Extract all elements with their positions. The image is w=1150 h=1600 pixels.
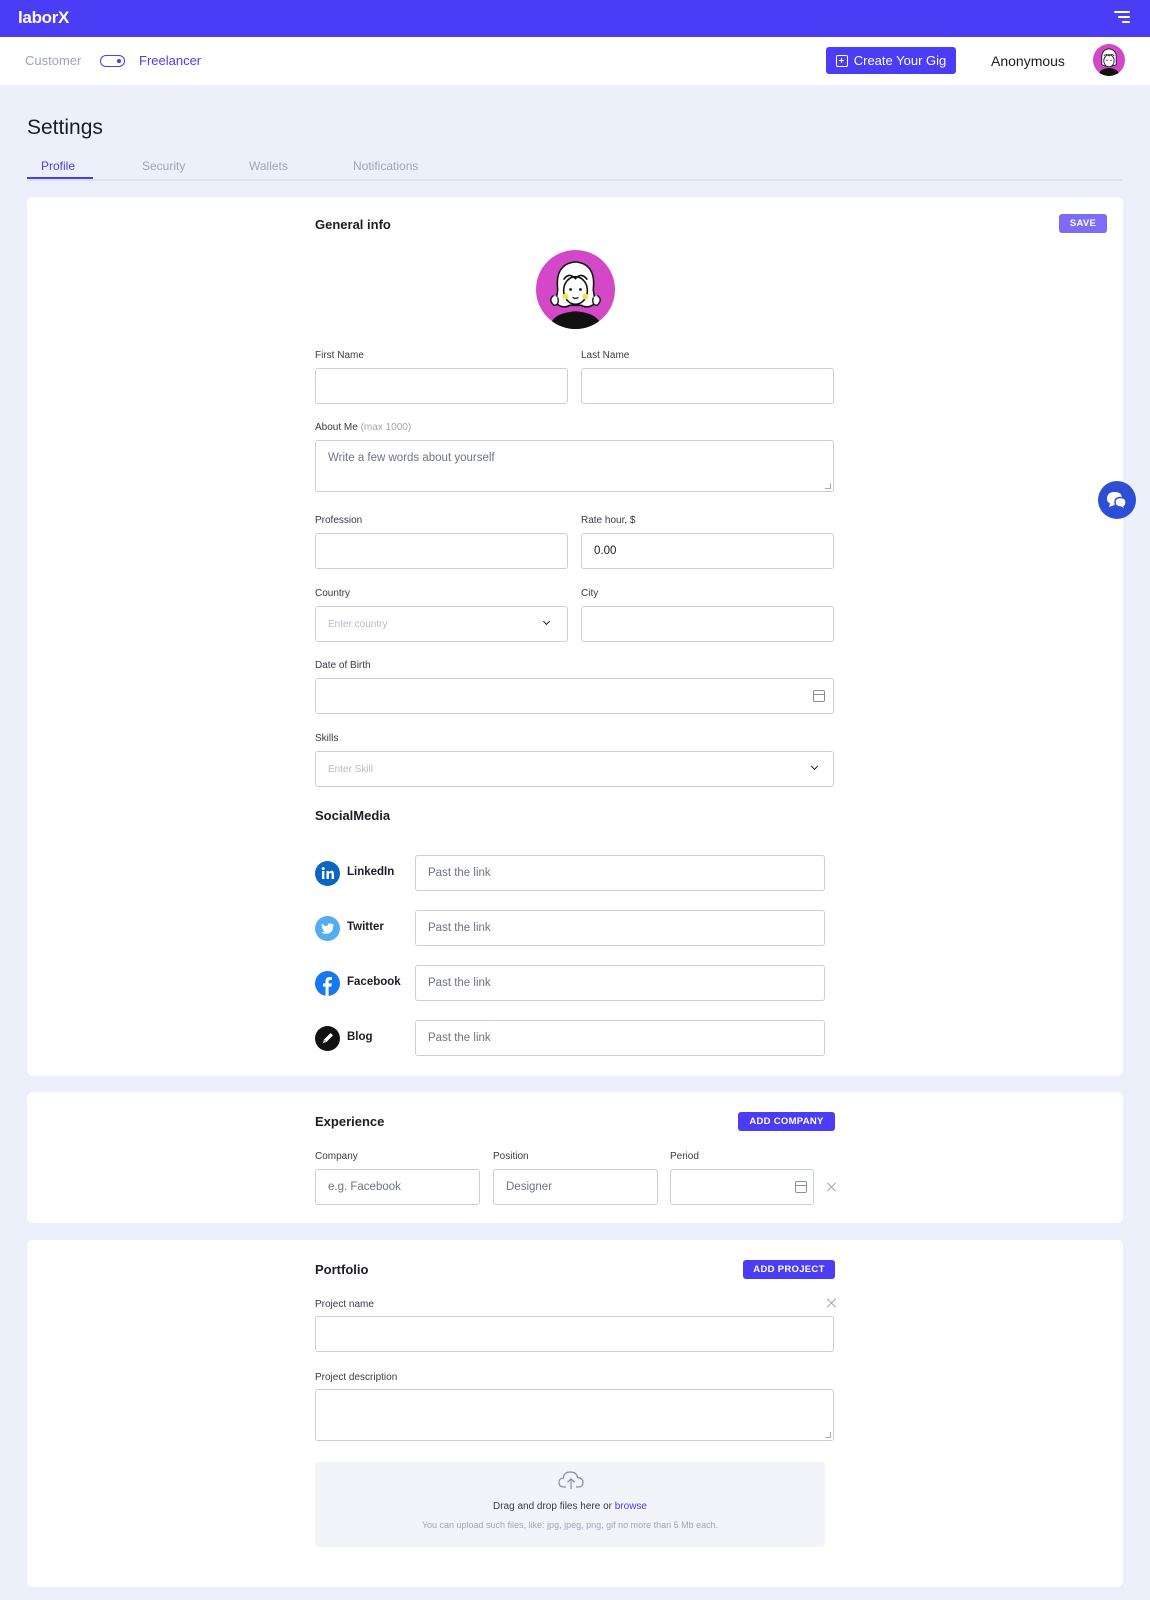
plus-square-icon xyxy=(835,54,848,67)
chat-bubbles-icon xyxy=(1107,492,1127,511)
experience-title: Experience xyxy=(315,1114,385,1129)
avatar-illustration-icon xyxy=(549,261,602,329)
general-info-title: General info xyxy=(315,217,391,232)
company-input[interactable]: e.g. Facebook xyxy=(315,1169,480,1205)
company-label: Company xyxy=(315,1151,358,1162)
city-label: City xyxy=(581,588,599,599)
skills-label: Skills xyxy=(315,733,339,744)
role-toggle[interactable] xyxy=(100,55,125,67)
tab-notifications[interactable]: Notifications xyxy=(353,159,418,173)
project-description-label: Project description xyxy=(315,1372,398,1383)
chat-button[interactable] xyxy=(1098,481,1136,519)
portfolio-title: Portfolio xyxy=(315,1262,369,1277)
dropzone-instruction: Drag and drop files here or xyxy=(493,1501,612,1512)
add-project-button[interactable]: ADD PROJECT xyxy=(743,1260,835,1279)
chevron-down-icon xyxy=(542,617,551,626)
social-media-title: SocialMedia xyxy=(315,808,391,823)
social-row-linkedin: LinkedIn Past the link xyxy=(315,855,825,891)
about-me-label: About Me (max 1000) xyxy=(315,422,411,433)
sub-header: Customer Freelancer Create Your Gig Anon… xyxy=(0,37,1150,85)
linkedin-label: LinkedIn xyxy=(347,866,395,878)
rate-input[interactable]: 0.00 xyxy=(581,533,834,569)
remove-company-close-icon[interactable] xyxy=(827,1182,837,1192)
role-customer-label[interactable]: Customer xyxy=(25,53,81,68)
facebook-input[interactable]: Past the link xyxy=(415,965,825,1001)
create-gig-button[interactable]: Create Your Gig xyxy=(826,47,956,74)
active-tab-indicator xyxy=(27,177,93,179)
calendar-icon[interactable] xyxy=(795,1181,807,1193)
profile-avatar[interactable] xyxy=(536,250,615,329)
role-freelancer-label[interactable]: Freelancer xyxy=(139,53,201,68)
tab-wallets[interactable]: Wallets xyxy=(249,159,288,173)
create-gig-label: Create Your Gig xyxy=(853,53,947,68)
experience-card: Experience ADD COMPANY Company e.g. Face… xyxy=(27,1092,1123,1223)
dob-input[interactable] xyxy=(315,678,834,714)
cloud-upload-icon xyxy=(558,1471,584,1489)
facebook-icon xyxy=(315,971,340,996)
skills-select[interactable]: Enter Skill xyxy=(315,751,834,787)
last-name-label: Last Name xyxy=(581,350,630,361)
dropzone-hint: You can upload such files, like: jpg, jp… xyxy=(421,1520,719,1530)
project-description-textarea[interactable] xyxy=(315,1389,834,1441)
general-info-card: General info SAVE First Name Last Name A… xyxy=(27,197,1123,1076)
file-dropzone[interactable]: Drag and drop files here or browse You c… xyxy=(315,1462,825,1547)
skills-placeholder: Enter Skill xyxy=(328,763,374,775)
social-row-twitter: Twitter Past the link xyxy=(315,910,825,946)
remove-project-close-icon[interactable] xyxy=(827,1298,837,1308)
linkedin-input[interactable]: Past the link xyxy=(415,855,825,891)
period-input[interactable] xyxy=(670,1169,814,1205)
add-company-button[interactable]: ADD COMPANY xyxy=(738,1112,835,1131)
blog-input[interactable]: Past the link xyxy=(415,1020,825,1056)
tab-profile[interactable]: Profile xyxy=(41,159,75,173)
resize-handle-icon[interactable] xyxy=(825,1432,831,1438)
avatar[interactable] xyxy=(1093,44,1125,76)
app-logo[interactable]: laborX xyxy=(18,8,69,28)
social-row-facebook: Facebook Past the link xyxy=(315,965,825,1001)
twitter-input[interactable]: Past the link xyxy=(415,910,825,946)
profession-input[interactable] xyxy=(315,533,568,569)
dob-label: Date of Birth xyxy=(315,660,371,671)
menu-icon[interactable] xyxy=(1114,11,1130,25)
blog-label: Blog xyxy=(347,1031,373,1043)
avatar-illustration-icon xyxy=(1098,48,1120,76)
portfolio-card: Portfolio ADD PROJECT Project name Proje… xyxy=(27,1240,1123,1587)
tab-security[interactable]: Security xyxy=(142,159,185,173)
about-me-hint: (max 1000) xyxy=(360,422,412,433)
top-bar: laborX xyxy=(0,0,1150,37)
browse-link[interactable]: browse xyxy=(615,1501,647,1512)
page-title: Settings xyxy=(27,116,103,139)
twitter-icon xyxy=(315,916,340,941)
about-me-placeholder: Write a few words about yourself xyxy=(328,452,495,464)
project-name-input[interactable] xyxy=(315,1316,834,1352)
period-label: Period xyxy=(670,1151,699,1162)
linkedin-icon xyxy=(315,861,340,886)
user-name[interactable]: Anonymous xyxy=(991,53,1065,69)
position-input[interactable]: Designer xyxy=(493,1169,658,1205)
country-placeholder: Enter country xyxy=(328,618,388,630)
pencil-icon xyxy=(315,1026,340,1051)
about-me-label-text: About Me xyxy=(315,422,358,433)
about-me-textarea[interactable]: Write a few words about yourself xyxy=(315,440,834,492)
country-select[interactable]: Enter country xyxy=(315,606,568,642)
twitter-label: Twitter xyxy=(347,921,384,933)
first-name-label: First Name xyxy=(315,350,364,361)
position-label: Position xyxy=(493,1151,529,1162)
chevron-down-icon xyxy=(810,762,819,771)
country-label: Country xyxy=(315,588,351,599)
settings-tabs: Profile Security Wallets Notifications xyxy=(27,156,1123,181)
resize-handle-icon[interactable] xyxy=(825,483,831,489)
facebook-label: Facebook xyxy=(347,976,401,988)
save-button[interactable]: SAVE xyxy=(1059,214,1107,233)
calendar-icon[interactable] xyxy=(813,690,825,702)
city-input[interactable] xyxy=(581,606,834,642)
first-name-input[interactable] xyxy=(315,368,568,404)
project-name-label: Project name xyxy=(315,1299,374,1310)
rate-label: Rate hour, $ xyxy=(581,515,636,526)
profession-label: Profession xyxy=(315,515,363,526)
social-row-blog: Blog Past the link xyxy=(315,1020,825,1056)
dropzone-text: Drag and drop files here or browse xyxy=(315,1501,825,1512)
last-name-input[interactable] xyxy=(581,368,834,404)
